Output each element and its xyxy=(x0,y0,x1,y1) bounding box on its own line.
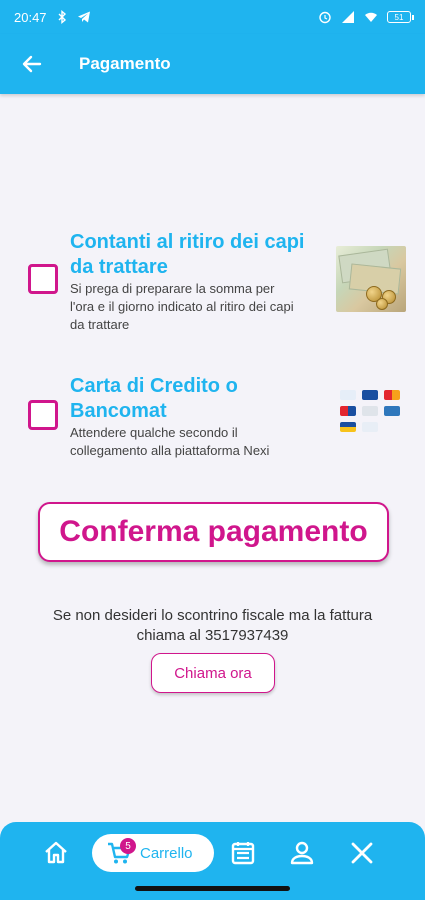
maestro-logo-icon xyxy=(340,406,356,416)
confirm-payment-button[interactable]: Conferma pagamento xyxy=(38,502,389,562)
cash-description: Si prega di preparare la somma per l'ora… xyxy=(70,281,294,332)
signal-icon xyxy=(342,11,354,23)
pagobancomat-icon xyxy=(340,422,356,432)
status-time: 20:47 xyxy=(14,9,47,25)
visa-electron-icon xyxy=(362,406,378,416)
paypal-icon xyxy=(362,422,378,432)
battery-icon: 51 xyxy=(387,11,414,23)
cart-tab[interactable]: 5 Carrello xyxy=(92,834,214,872)
battery-level: 51 xyxy=(394,12,404,22)
home-icon[interactable] xyxy=(42,839,70,867)
bluetooth-icon xyxy=(58,10,66,24)
status-bar: 20:47 51 xyxy=(0,0,425,34)
page-title: Pagamento xyxy=(79,54,171,73)
back-arrow-icon[interactable] xyxy=(20,52,44,76)
telegram-icon xyxy=(77,11,90,23)
home-indicator[interactable] xyxy=(135,886,290,891)
calendar-icon[interactable] xyxy=(229,839,257,867)
card-description: Attendere qualche secondo il collegament… xyxy=(70,425,270,458)
mastercard-icon xyxy=(384,390,400,400)
cart-count-badge: 5 xyxy=(120,838,136,854)
invoice-info-line1: Se non desideri lo scontrino fiscale ma … xyxy=(52,607,373,624)
wifi-icon xyxy=(365,12,377,22)
cash-image xyxy=(336,246,406,312)
alarm-icon xyxy=(319,11,331,24)
amex-card-icon xyxy=(384,406,400,416)
card-title: Carta di Credito o Bancomat xyxy=(70,375,238,422)
cash-title: Contanti al ritiro dei capi da trattare xyxy=(70,231,305,278)
cash-checkbox[interactable] xyxy=(28,264,58,294)
maestro-card-icon xyxy=(340,390,356,400)
cart-tab-label: Carrello xyxy=(140,844,193,862)
profile-icon[interactable] xyxy=(288,839,316,867)
card-logos-image xyxy=(338,388,408,444)
invoice-info-line2: chiama al 3517937439 xyxy=(136,627,289,644)
call-now-button[interactable]: Chiama ora xyxy=(151,653,275,693)
card-checkbox[interactable] xyxy=(28,400,58,430)
invoice-info: Se non desideri lo scontrino fiscale ma … xyxy=(0,606,425,646)
visa-card-icon xyxy=(362,390,378,400)
app-bar: Pagamento xyxy=(0,34,425,94)
close-icon[interactable] xyxy=(348,839,376,867)
